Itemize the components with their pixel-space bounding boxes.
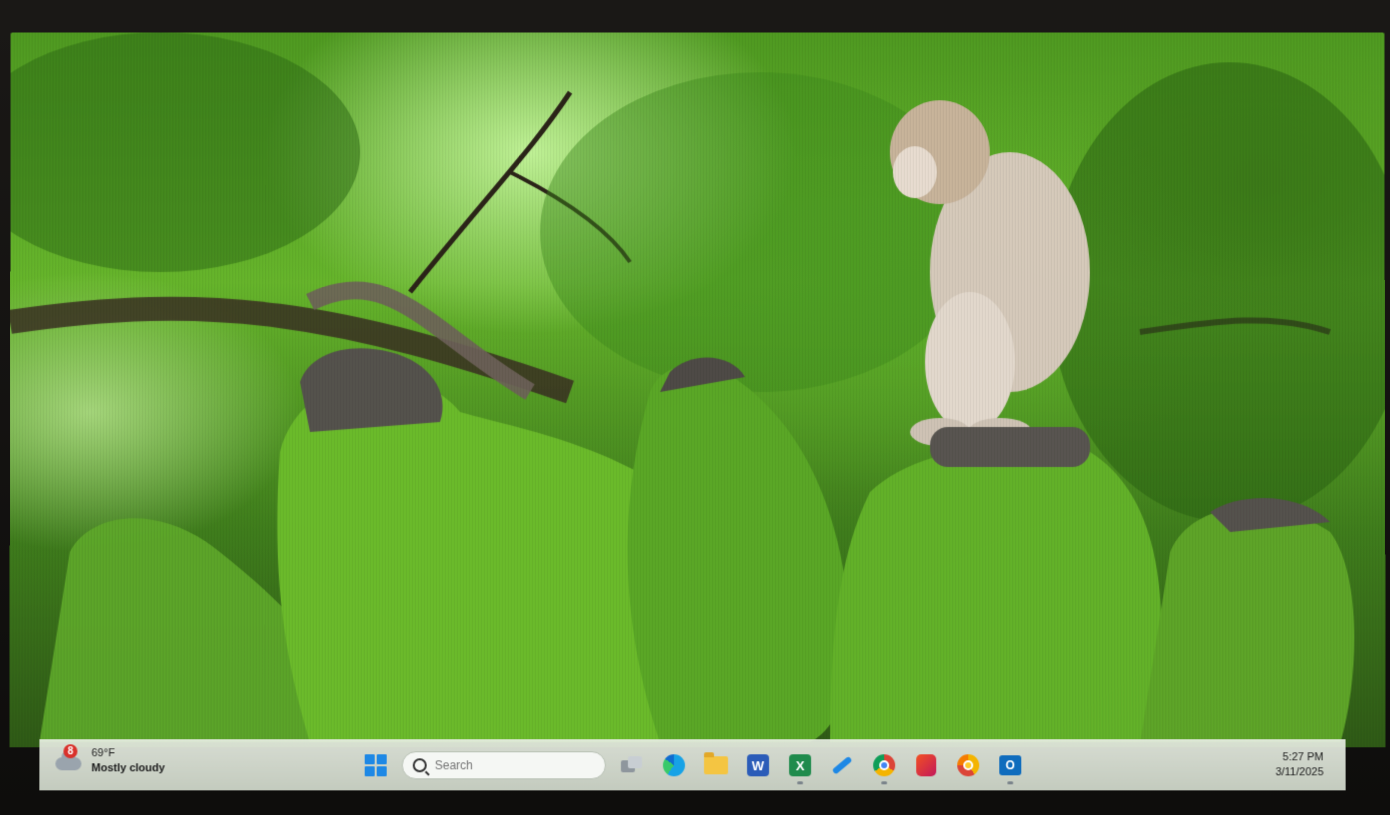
- running-indicator: [1007, 781, 1013, 784]
- pen-icon: [832, 756, 853, 775]
- chrome-button[interactable]: [868, 749, 900, 781]
- pen-button[interactable]: [826, 749, 858, 781]
- office-icon: [916, 754, 936, 776]
- task-view-button[interactable]: [616, 749, 648, 781]
- wallpaper-art: [9, 32, 1385, 747]
- taskbar: 8 69°F Mostly cloudy Search W X O 5:27 P…: [39, 739, 1345, 790]
- search-box[interactable]: [402, 751, 606, 779]
- word-button[interactable]: W: [742, 749, 774, 781]
- taskbar-center: W X O: [360, 746, 1027, 784]
- desktop-wallpaper: [9, 32, 1385, 747]
- weather-widget[interactable]: 8 69°F Mostly cloudy: [53, 745, 164, 777]
- cloud-icon: 8: [53, 745, 85, 777]
- outlook-button[interactable]: O: [994, 749, 1026, 781]
- running-indicator: [881, 781, 887, 784]
- weather-temperature: 69°F: [91, 746, 164, 761]
- edge-button[interactable]: [658, 749, 690, 781]
- chrome-icon: [873, 754, 895, 776]
- notification-badge: 8: [63, 744, 77, 758]
- weather-condition: Mostly cloudy: [91, 761, 164, 776]
- excel-icon: X: [789, 754, 811, 776]
- edge-browser-icon: [663, 754, 685, 776]
- folder-icon: [704, 756, 728, 774]
- clock-time: 5:27 PM: [1275, 750, 1323, 765]
- system-clock[interactable]: 5:27 PM 3/11/2025: [1275, 750, 1323, 780]
- chrome-canary-icon: [957, 754, 979, 776]
- screen: 8 69°F Mostly cloudy Search W X O 5:27 P…: [9, 32, 1385, 797]
- office-button[interactable]: [910, 749, 942, 781]
- windows-start-icon: [365, 754, 387, 776]
- search-icon: [413, 758, 427, 772]
- running-indicator: [797, 781, 803, 784]
- outlook-icon: O: [999, 755, 1021, 775]
- search-input[interactable]: [433, 757, 587, 773]
- start-button[interactable]: [360, 749, 392, 781]
- word-icon: W: [747, 754, 769, 776]
- file-explorer-button[interactable]: [700, 749, 732, 781]
- excel-button[interactable]: X: [784, 749, 816, 781]
- chrome-canary-button[interactable]: [952, 749, 984, 781]
- task-view-icon: [621, 756, 643, 774]
- clock-date: 3/11/2025: [1275, 765, 1323, 780]
